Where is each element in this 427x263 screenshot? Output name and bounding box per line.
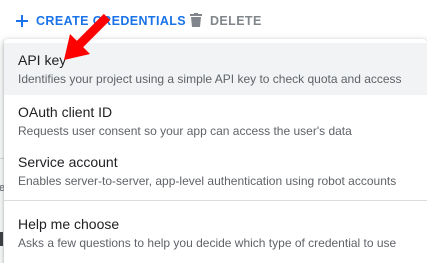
red-arrow-icon (64, 13, 111, 60)
menu-item-title: Service account (18, 154, 118, 170)
menu-item-description: Identifies your project using a simple A… (18, 72, 402, 86)
credentials-page: CREATE CREDENTIALS DELETE e API key Iden… (0, 0, 427, 263)
plus-icon (14, 13, 30, 29)
background-bar-fragment (0, 232, 3, 246)
menu-divider (4, 200, 427, 201)
menu-item-title: OAuth client ID (18, 104, 113, 120)
menu-item-service-account[interactable]: Service account Enables server-to-server… (4, 145, 427, 195)
delete-button[interactable]: DELETE (190, 10, 262, 32)
menu-item-title: API key (18, 52, 67, 68)
trash-icon (190, 12, 202, 30)
create-credentials-menu: API key Identifies your project using a … (4, 39, 427, 263)
menu-item-description: Enables server-to-server, app-level auth… (18, 174, 397, 188)
menu-item-oauth-client-id[interactable]: OAuth client ID Requests user consent so… (4, 95, 427, 145)
menu-item-description: Requests user consent so your app can ac… (18, 124, 352, 138)
menu-item-description: Asks a few questions to help you decide … (18, 236, 397, 250)
delete-label: DELETE (210, 14, 262, 28)
menu-item-help-me-choose[interactable]: Help me choose Asks a few questions to h… (4, 207, 427, 259)
menu-item-title: Help me choose (18, 216, 120, 232)
